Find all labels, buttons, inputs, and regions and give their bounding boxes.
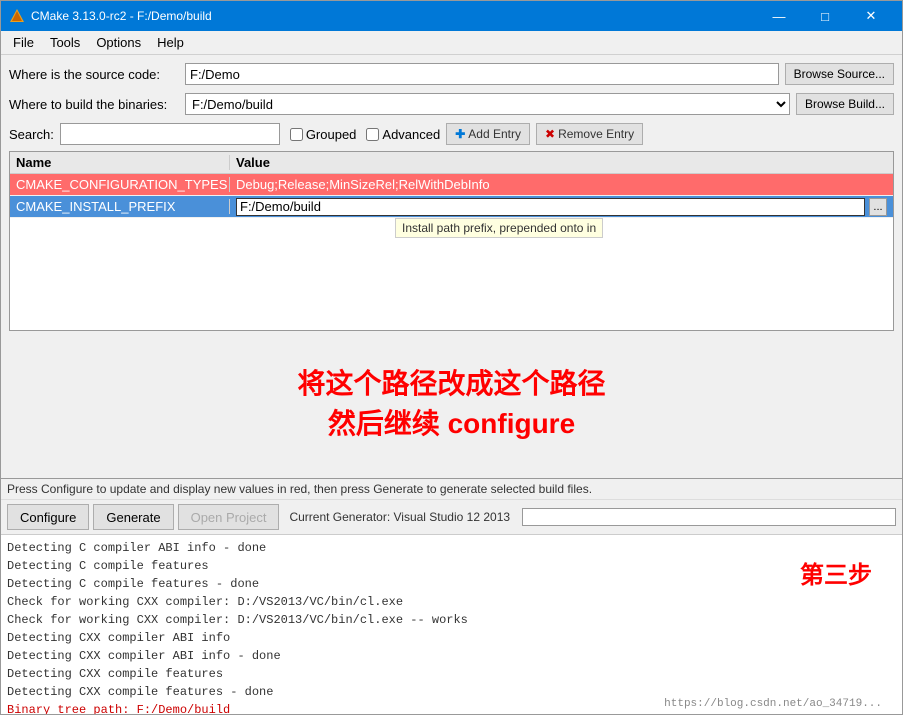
advanced-checkbox-item: Advanced	[366, 127, 440, 142]
close-button[interactable]: ✕	[848, 1, 894, 31]
source-row: Where is the source code: Browse Source.…	[9, 61, 894, 87]
log-line: Detecting C compiler ABI info - done	[7, 539, 896, 557]
build-row: Where to build the binaries: F:/Demo/bui…	[9, 91, 894, 117]
generator-label: Current Generator: Visual Studio 12 2013	[289, 510, 510, 524]
menu-tools[interactable]: Tools	[42, 33, 88, 52]
minimize-button[interactable]: —	[756, 1, 802, 31]
grouped-checkbox-item: Grouped	[290, 127, 357, 142]
checkbox-group: Grouped Advanced	[290, 127, 440, 142]
ellipsis-button[interactable]: ...	[869, 198, 887, 216]
log-area[interactable]: Detecting C compiler ABI info - done Det…	[1, 534, 902, 714]
title-bar-left: CMake 3.13.0-rc2 - F:/Demo/build	[9, 8, 212, 24]
cmake-install-prefix-value-cell: ...	[230, 198, 893, 216]
table-header: Name Value	[10, 152, 893, 174]
entries-table: Name Value CMAKE_CONFIGURATION_TYPES Deb…	[9, 151, 894, 331]
source-input[interactable]	[185, 63, 779, 85]
remove-entry-label: Remove Entry	[558, 127, 634, 141]
table-row[interactable]: CMAKE_INSTALL_PREFIX ...	[10, 196, 893, 218]
col-value-header: Value	[230, 155, 893, 170]
log-line: Check for working CXX compiler: D:/VS201…	[7, 611, 896, 629]
open-project-button[interactable]: Open Project	[178, 504, 280, 530]
step3-annotation: 第三步	[800, 555, 872, 591]
grouped-label: Grouped	[306, 127, 357, 142]
build-label: Where to build the binaries:	[9, 97, 179, 112]
col-name-header: Name	[10, 155, 230, 170]
grouped-checkbox[interactable]	[290, 128, 303, 141]
title-controls: — □ ✕	[756, 1, 894, 31]
remove-entry-button[interactable]: ✖ Remove Entry	[536, 123, 643, 145]
cmake-config-types-name: CMAKE_CONFIGURATION_TYPES	[10, 177, 230, 192]
browse-source-button[interactable]: Browse Source...	[785, 63, 894, 85]
advanced-label: Advanced	[382, 127, 440, 142]
action-bar: Configure Generate Open Project Current …	[1, 500, 902, 534]
menu-bar: File Tools Options Help	[1, 31, 902, 55]
table-row: CMAKE_CONFIGURATION_TYPES Debug;Release;…	[10, 174, 893, 196]
configure-button[interactable]: Configure	[7, 504, 89, 530]
title-bar: CMake 3.13.0-rc2 - F:/Demo/build — □ ✕	[1, 1, 902, 31]
cmake-icon	[9, 8, 25, 24]
tooltip-box: Install path prefix, prepended onto in	[395, 218, 603, 238]
cmake-install-prefix-name: CMAKE_INSTALL_PREFIX	[10, 199, 230, 214]
main-content: Where is the source code: Browse Source.…	[1, 55, 902, 478]
csdn-watermark: https://blog.csdn.net/ao_34719...	[664, 698, 882, 710]
search-row: Search: Grouped Advanced ✚ Add Entry ✖ R…	[9, 121, 894, 147]
browse-build-button[interactable]: Browse Build...	[796, 93, 894, 115]
progress-bar	[522, 508, 896, 526]
generate-button[interactable]: Generate	[93, 504, 173, 530]
cmake-config-types-value: Debug;Release;MinSizeRel;RelWithDebInfo	[230, 177, 893, 192]
plus-icon: ✚	[455, 127, 465, 141]
annotation-line2: 然后继续 configure	[297, 404, 605, 443]
bottom-section: Press Configure to update and display ne…	[1, 478, 902, 714]
log-line: Detecting CXX compiler ABI info - done	[7, 647, 896, 665]
menu-options[interactable]: Options	[88, 33, 149, 52]
menu-help[interactable]: Help	[149, 33, 192, 52]
add-entry-button[interactable]: ✚ Add Entry	[446, 123, 530, 145]
maximize-button[interactable]: □	[802, 1, 848, 31]
annotation-text: 将这个路径改成这个路径 然后继续 configure	[297, 364, 605, 442]
x-icon: ✖	[545, 127, 555, 141]
cmake-install-prefix-input[interactable]	[236, 198, 865, 216]
log-line: Check for working CXX compiler: D:/VS201…	[7, 593, 896, 611]
search-label: Search:	[9, 127, 54, 142]
source-label: Where is the source code:	[9, 67, 179, 82]
build-select[interactable]: F:/Demo/build	[185, 93, 790, 115]
main-window: CMake 3.13.0-rc2 - F:/Demo/build — □ ✕ F…	[0, 0, 903, 715]
log-line: Detecting CXX compile features	[7, 665, 896, 683]
window-title: CMake 3.13.0-rc2 - F:/Demo/build	[31, 9, 212, 23]
add-entry-label: Add Entry	[468, 127, 521, 141]
log-line: Detecting CXX compiler ABI info	[7, 629, 896, 647]
log-line: Detecting C compile features	[7, 557, 896, 575]
menu-file[interactable]: File	[5, 33, 42, 52]
search-input[interactable]	[60, 123, 280, 145]
log-line: Detecting C compile features - done	[7, 575, 896, 593]
annotation-line1: 将这个路径改成这个路径	[297, 364, 605, 403]
press-configure-bar: Press Configure to update and display ne…	[1, 479, 902, 500]
advanced-checkbox[interactable]	[366, 128, 379, 141]
annotation-area: 将这个路径改成这个路径 然后继续 configure	[9, 335, 894, 472]
